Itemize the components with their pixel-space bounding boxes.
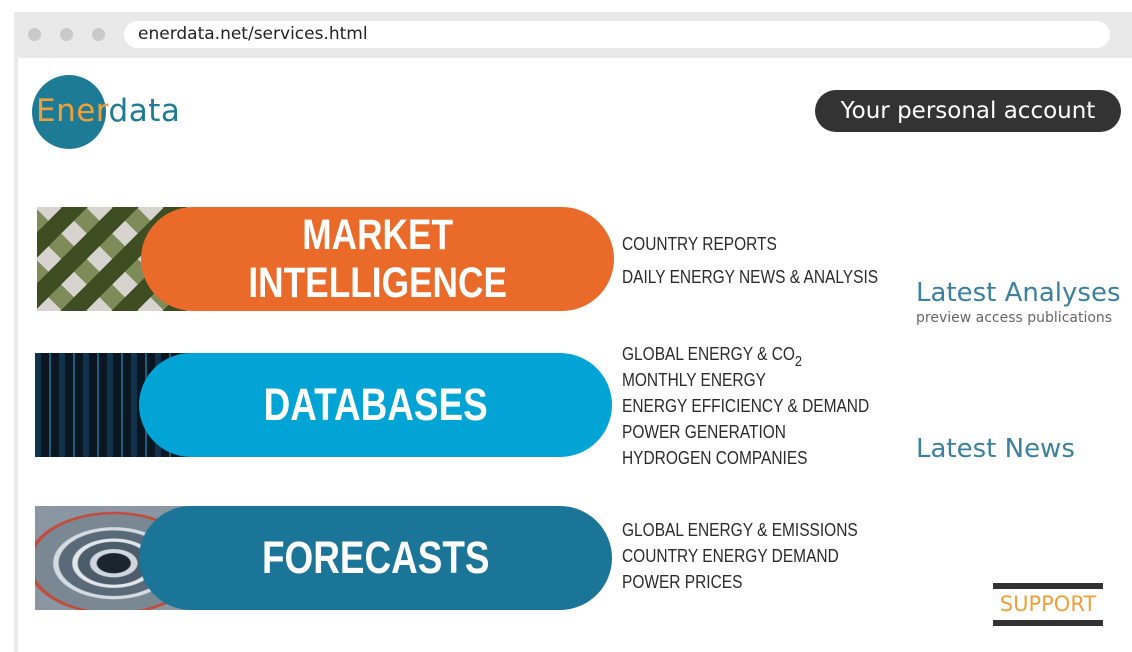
logo-ener-text: Ener <box>36 93 109 129</box>
logo-wordmark: Enerdata <box>36 93 180 129</box>
latest-news-link[interactable]: Latest News <box>916 434 1075 464</box>
link-country-reports[interactable]: COUNTRY REPORTS <box>622 234 777 255</box>
enerdata-logo[interactable]: Enerdata <box>32 75 182 151</box>
databases-button[interactable]: DATABASES <box>139 353 612 457</box>
personal-account-button[interactable]: Your personal account <box>815 90 1121 132</box>
link-daily-energy-news[interactable]: DAILY ENERGY NEWS & ANALYSIS <box>622 267 878 288</box>
address-bar[interactable]: enerdata.net/services.html <box>124 21 1110 48</box>
window-minimize-dot-icon[interactable] <box>60 28 73 41</box>
market-line2: INTELLIGENCE <box>248 259 507 307</box>
global-energy-co2-text: GLOBAL ENERGY & CO <box>622 344 795 364</box>
window-maximize-dot-icon[interactable] <box>92 28 105 41</box>
link-power-generation[interactable]: POWER GENERATION <box>622 422 786 443</box>
market-intelligence-button[interactable]: MARKET INTELLIGENCE <box>141 207 614 311</box>
support-button[interactable]: SUPPORT <box>993 583 1103 626</box>
logo-data-text: data <box>108 93 181 129</box>
link-global-energy-co2[interactable]: GLOBAL ENERGY & CO2 <box>622 344 802 370</box>
preview-access-text: preview access publications <box>916 310 1113 326</box>
link-global-energy-emissions[interactable]: GLOBAL ENERGY & EMISSIONS <box>622 520 858 541</box>
forecasts-button[interactable]: FORECASTS <box>139 506 612 610</box>
co2-subscript: 2 <box>794 353 803 370</box>
latest-analyses-link[interactable]: Latest Analyses <box>916 278 1121 308</box>
link-energy-efficiency-demand[interactable]: ENERGY EFFICIENCY & DEMAND <box>622 396 869 417</box>
link-country-energy-demand[interactable]: COUNTRY ENERGY DEMAND <box>622 546 839 567</box>
forecasts-label: FORECASTS <box>261 532 490 583</box>
market-line1: MARKET <box>302 211 453 259</box>
link-monthly-energy[interactable]: MONTHLY ENERGY <box>622 370 766 391</box>
browser-frame-edge <box>14 58 18 652</box>
link-hydrogen-companies[interactable]: HYDROGEN COMPANIES <box>622 448 808 469</box>
browser-toolbar: enerdata.net/services.html <box>14 12 1132 58</box>
databases-label: DATABASES <box>263 379 488 430</box>
window-close-dot-icon[interactable] <box>28 28 41 41</box>
link-power-prices[interactable]: POWER PRICES <box>622 572 742 593</box>
